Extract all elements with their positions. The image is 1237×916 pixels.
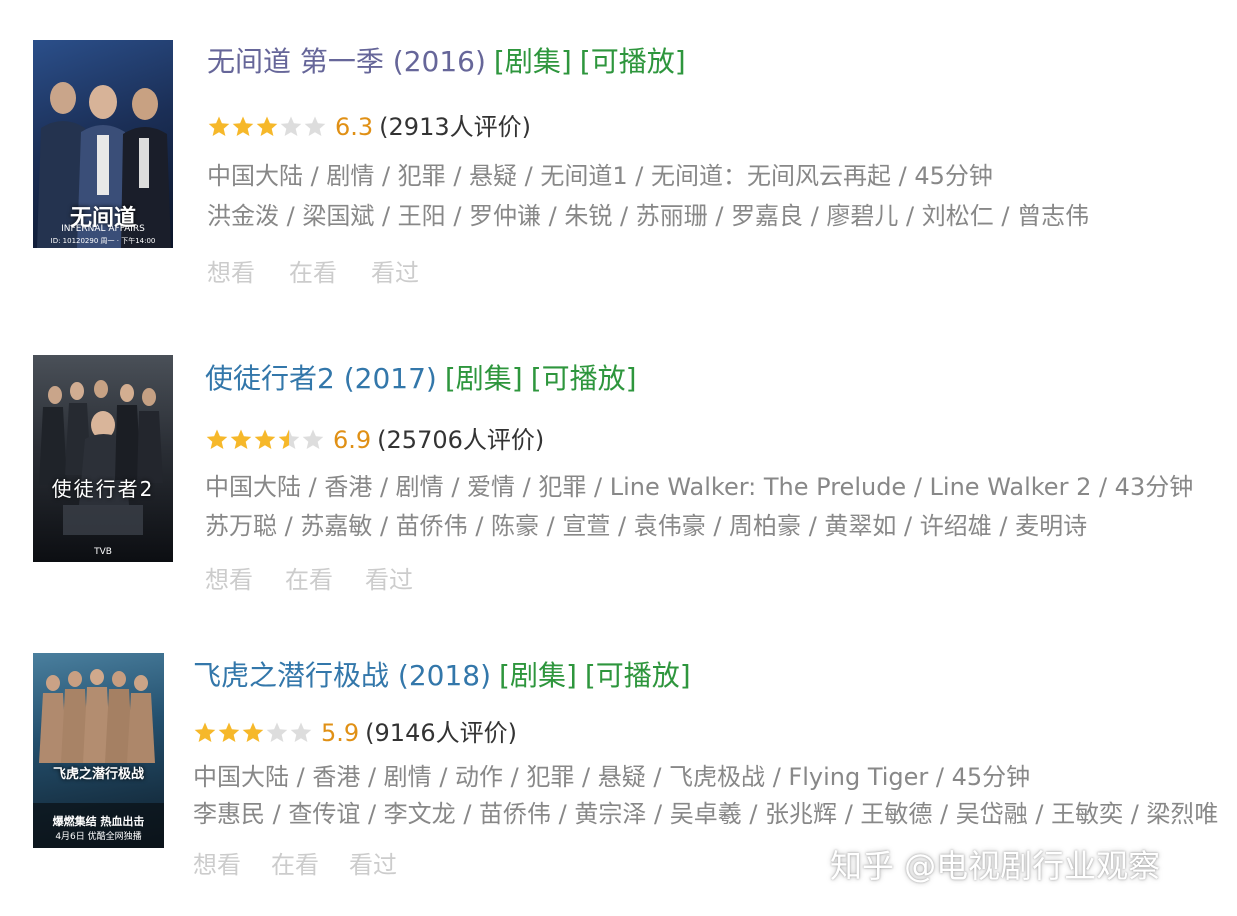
star-icon — [229, 428, 253, 452]
poster-footer: TVB — [94, 547, 112, 557]
item-title-link[interactable]: 使徒行者2 (2017) — [205, 362, 437, 395]
tag-series[interactable]: [剧集] — [494, 45, 572, 78]
poster-subtitle: INFERNAL AFFAIRS — [61, 224, 145, 234]
rating-stars — [207, 115, 327, 139]
poster-image[interactable]: 使徒行者2 TVB — [33, 355, 173, 562]
item-cast: 洪金泼 / 梁国斌 / 王阳 / 罗仲谦 / 朱锐 / 苏丽珊 / 罗嘉良 / … — [207, 202, 1090, 230]
star-icon — [301, 428, 325, 452]
item-title-line: 使徒行者2 (2017) [剧集] [可播放] — [205, 361, 637, 397]
tag-series[interactable]: [剧集] — [445, 362, 523, 395]
rating-line: 6.3 (2913人评价) — [207, 112, 531, 142]
rating-score: 6.9 — [333, 426, 372, 454]
tag-playable[interactable]: [可播放] — [531, 362, 637, 395]
tag-playable[interactable]: [可播放] — [585, 659, 691, 692]
star-icon — [279, 115, 303, 139]
watching-button[interactable]: 在看 — [271, 851, 319, 879]
rating-score: 6.3 — [335, 113, 374, 141]
poster-title: 使徒行者2 — [51, 477, 155, 501]
star-icon — [289, 721, 313, 745]
rating-stars — [193, 721, 313, 745]
item-actions: 想看 在看 看过 — [205, 565, 445, 595]
poster-figures — [39, 380, 163, 535]
tag-series[interactable]: [剧集] — [499, 659, 577, 692]
item-cast: 李惠民 / 查传谊 / 李文龙 / 苗侨伟 / 黄宗泽 / 吴卓羲 / 张兆辉 … — [193, 800, 1219, 828]
star-icon — [265, 721, 289, 745]
watching-button[interactable]: 在看 — [289, 259, 337, 287]
rating-count: (25706人评价) — [377, 426, 545, 454]
item-actions: 想看 在看 看过 — [193, 850, 429, 880]
rating-count: (2913人评价) — [379, 113, 531, 141]
item-actions: 想看 在看 看过 — [207, 258, 451, 288]
watched-button[interactable]: 看过 — [371, 259, 419, 287]
want-to-watch-button[interactable]: 想看 — [193, 851, 241, 879]
star-icon — [231, 115, 255, 139]
watching-button[interactable]: 在看 — [285, 566, 333, 594]
star-icon — [253, 428, 277, 452]
item-title-line: 飞虎之潜行极战 (2018) [剧集] [可播放] — [193, 658, 691, 694]
star-icon — [303, 115, 327, 139]
poster-subtitle: 爆燃集结 热血出击 — [52, 815, 145, 828]
item-cast: 苏万聪 / 苏嘉敏 / 苗侨伟 / 陈豪 / 宣萱 / 袁伟豪 / 周柏豪 / … — [205, 512, 1088, 540]
rating-count: (9146人评价) — [365, 719, 517, 747]
rating-line: 5.9 (9146人评价) — [193, 718, 517, 748]
watermark: 知乎 @电视剧行业观察 — [830, 847, 1161, 885]
watched-button[interactable]: 看过 — [349, 851, 397, 879]
poster-image[interactable]: 飞虎之潜行极战 爆燃集结 热血出击 4月6日 优酷全网独播 — [33, 653, 164, 848]
star-icon — [205, 428, 229, 452]
rating-stars — [205, 428, 325, 452]
item-title-link[interactable]: 无间道 第一季 (2016) — [207, 45, 486, 78]
rating-score: 5.9 — [321, 719, 360, 747]
star-icon — [241, 721, 265, 745]
want-to-watch-button[interactable]: 想看 — [207, 259, 255, 287]
star-icon — [207, 115, 231, 139]
star-icon — [193, 721, 217, 745]
star-icon — [277, 428, 301, 452]
star-icon — [255, 115, 279, 139]
item-meta: 中国大陆 / 香港 / 剧情 / 爱情 / 犯罪 / Line Walker: … — [205, 473, 1194, 501]
rating-line: 6.9 (25706人评价) — [205, 425, 544, 455]
poster-image[interactable]: 无间道 INFERNAL AFFAIRS ID: 10120290 周一 · 下… — [33, 40, 173, 248]
tag-playable[interactable]: [可播放] — [580, 45, 686, 78]
star-icon — [217, 721, 241, 745]
poster-title: 飞虎之潜行极战 — [52, 767, 144, 782]
item-title-line: 无间道 第一季 (2016) [剧集] [可播放] — [207, 44, 686, 80]
item-meta: 中国大陆 / 剧情 / 犯罪 / 悬疑 / 无间道1 / 无间道：无间风云再起 … — [207, 162, 993, 190]
want-to-watch-button[interactable]: 想看 — [205, 566, 253, 594]
item-title-link[interactable]: 飞虎之潜行极战 (2018) — [193, 659, 491, 692]
poster-footer: 4月6日 优酷全网独播 — [55, 832, 142, 842]
watched-button[interactable]: 看过 — [365, 566, 413, 594]
poster-footer: ID: 10120290 周一 · 下午14:00 — [50, 237, 156, 245]
item-meta: 中国大陆 / 香港 / 剧情 / 动作 / 犯罪 / 悬疑 / 飞虎极战 / F… — [193, 763, 1031, 791]
